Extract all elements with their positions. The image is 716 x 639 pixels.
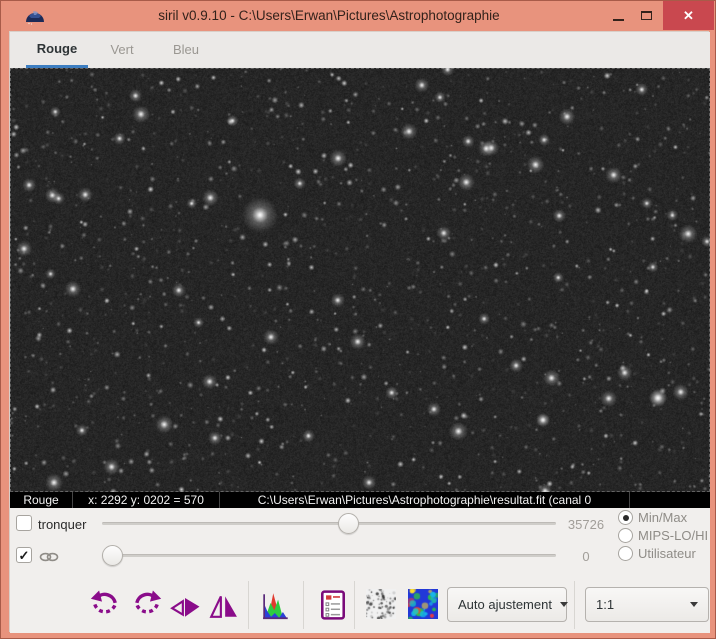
status-file-path: C:\Users\Erwan\Pictures\Astrophotographi… [257,493,592,507]
window-title: siril v0.9.10 - C:\Users\Erwan\Pictures\… [158,8,500,23]
siril-app-icon [26,11,44,25]
chevron-down-icon [690,602,698,607]
client-area: Rouge Vert Bleu Rouge x: 2292 y: 0202 = … [9,31,710,633]
low-level-slider[interactable] [95,544,563,568]
flip-vertical-button[interactable] [206,588,240,622]
minimize-icon [612,18,624,21]
radio-circle [618,510,633,525]
radio-mips[interactable]: MIPS-LO/HI [618,527,708,544]
stretch-mode-label: Auto ajustement [458,597,552,612]
rotate-cw-button[interactable] [130,588,164,622]
high-level-value: 35726 [567,517,605,532]
flip-horizontal-icon [170,598,200,617]
chain-link-icon [39,552,59,562]
truncate-checkbox[interactable] [16,515,32,531]
toolbar-separator [248,581,249,629]
low-level-value: 0 [582,549,590,564]
zoom-dropdown[interactable]: 1:1 [585,587,709,622]
rotate-ccw-icon [90,590,117,614]
close-button[interactable]: ✕ [663,1,714,30]
maximize-button[interactable] [633,1,659,30]
flip-vertical-icon [209,595,237,618]
statusbar: Rouge x: 2292 y: 0202 = 570 C:\Users\Erw… [10,492,710,508]
radio-circle [618,528,633,543]
link-channels-checkbox[interactable]: ✓ [16,547,32,563]
minimize-button[interactable] [605,1,631,30]
radio-mips-label: MIPS-LO/HI [638,528,709,543]
frame-list-button[interactable] [316,588,350,622]
tab-vert[interactable]: Vert [98,32,146,68]
level-controls: tronquer 35726 ✓ 0 Min/Max MIPS-LO/HI Ut… [10,508,710,577]
rotate-cw-icon [135,590,162,614]
zoom-label: 1:1 [596,597,615,612]
radio-user-label: Utilisateur [638,546,696,561]
slider-track [102,522,556,525]
channel-tabbar: Rouge Vert Bleu [10,32,710,68]
radio-circle [618,546,633,561]
slider-thumb[interactable] [338,513,360,534]
flip-horizontal-button[interactable] [168,588,202,622]
radio-minmax-label: Min/Max [638,510,688,525]
toolbar-separator [354,581,355,629]
toolbar-separator [574,581,575,629]
toolbar-separator [303,581,304,629]
truncate-label: tronquer [38,517,87,532]
status-channel: Rouge [23,493,59,507]
false-color-view-button[interactable] [408,589,438,619]
titlebar: siril v0.9.10 - C:\Users\Erwan\Pictures\… [1,1,715,31]
siril-window: siril v0.9.10 - C:\Users\Erwan\Pictures\… [0,0,716,639]
frame-list-icon [321,590,345,620]
stretch-mode-dropdown[interactable]: Auto ajustement [447,587,568,622]
radio-user[interactable]: Utilisateur [618,545,696,562]
tab-bleu[interactable]: Bleu [162,32,210,68]
histogram-button[interactable] [260,588,294,622]
slider-track [102,554,556,557]
status-separator [629,492,630,508]
rotate-ccw-button[interactable] [88,588,122,622]
tab-rouge[interactable]: Rouge [26,32,88,68]
histogram-icon [263,593,288,620]
close-icon: ✕ [683,7,694,23]
slider-thumb[interactable] [102,545,123,566]
chevron-down-icon [559,602,568,607]
maximize-icon [640,11,652,20]
radio-minmax[interactable]: Min/Max [618,509,687,526]
starfield-image[interactable] [10,68,710,492]
toolbar: Auto ajustement 1:1 [10,577,710,633]
status-cursor-value: x: 2292 y: 0202 = 570 [88,493,204,507]
high-level-slider[interactable] [95,512,563,536]
negative-view-button[interactable] [366,589,396,619]
